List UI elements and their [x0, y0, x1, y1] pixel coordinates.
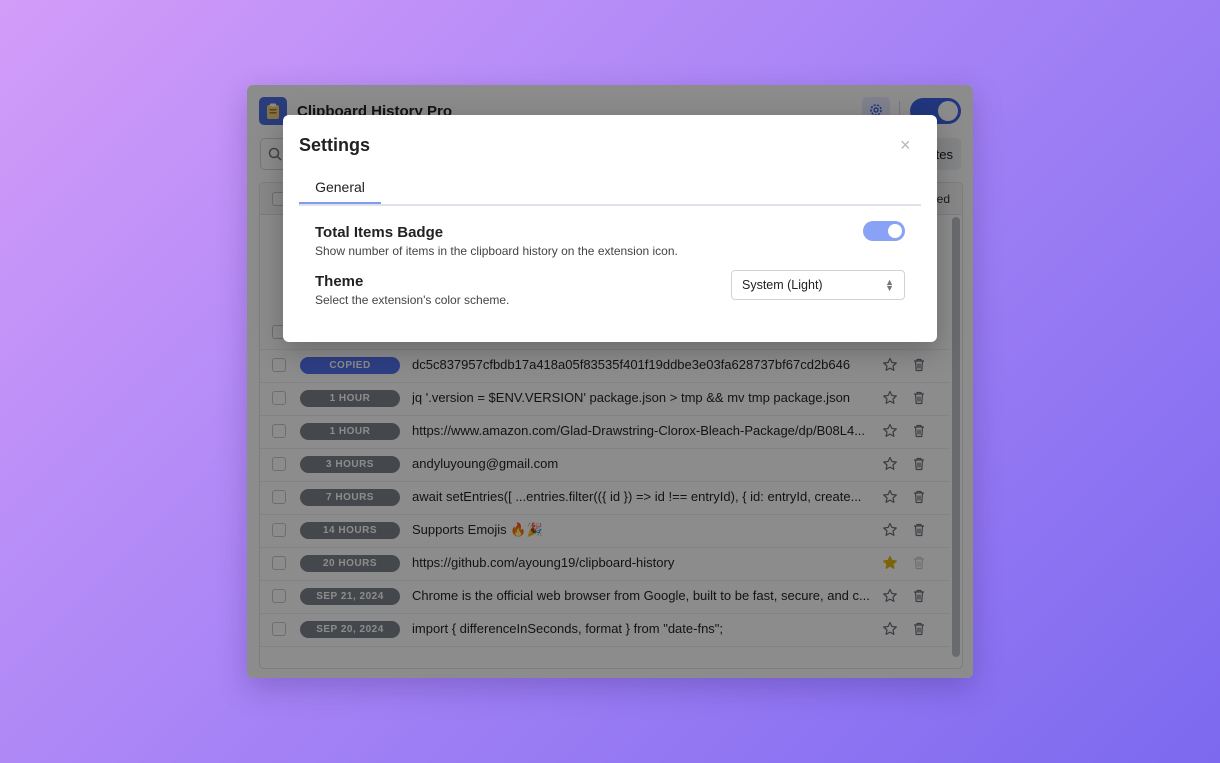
theme-select-value: System (Light)	[742, 278, 823, 292]
active-tab-indicator	[299, 202, 381, 204]
total-items-badge-toggle[interactable]	[863, 221, 905, 241]
badge-setting-title: Total Items Badge	[315, 224, 444, 241]
settings-modal: Settings × General Total Items Badge Sho…	[283, 115, 937, 342]
modal-title: Settings	[299, 135, 371, 155]
settings-tabs: General	[299, 173, 921, 206]
theme-select[interactable]: System (Light) ▲ ▼	[731, 270, 905, 300]
chevron-up-down-icon: ▲ ▼	[885, 277, 894, 293]
badge-setting-description: Show number of items in the clipboard hi…	[315, 244, 678, 258]
close-icon[interactable]: ×	[900, 136, 911, 154]
toggle-knob	[888, 224, 902, 238]
theme-setting-title: Theme	[315, 273, 364, 290]
tab-general[interactable]: General	[299, 173, 381, 204]
theme-setting-description: Select the extension's color scheme.	[315, 293, 510, 307]
